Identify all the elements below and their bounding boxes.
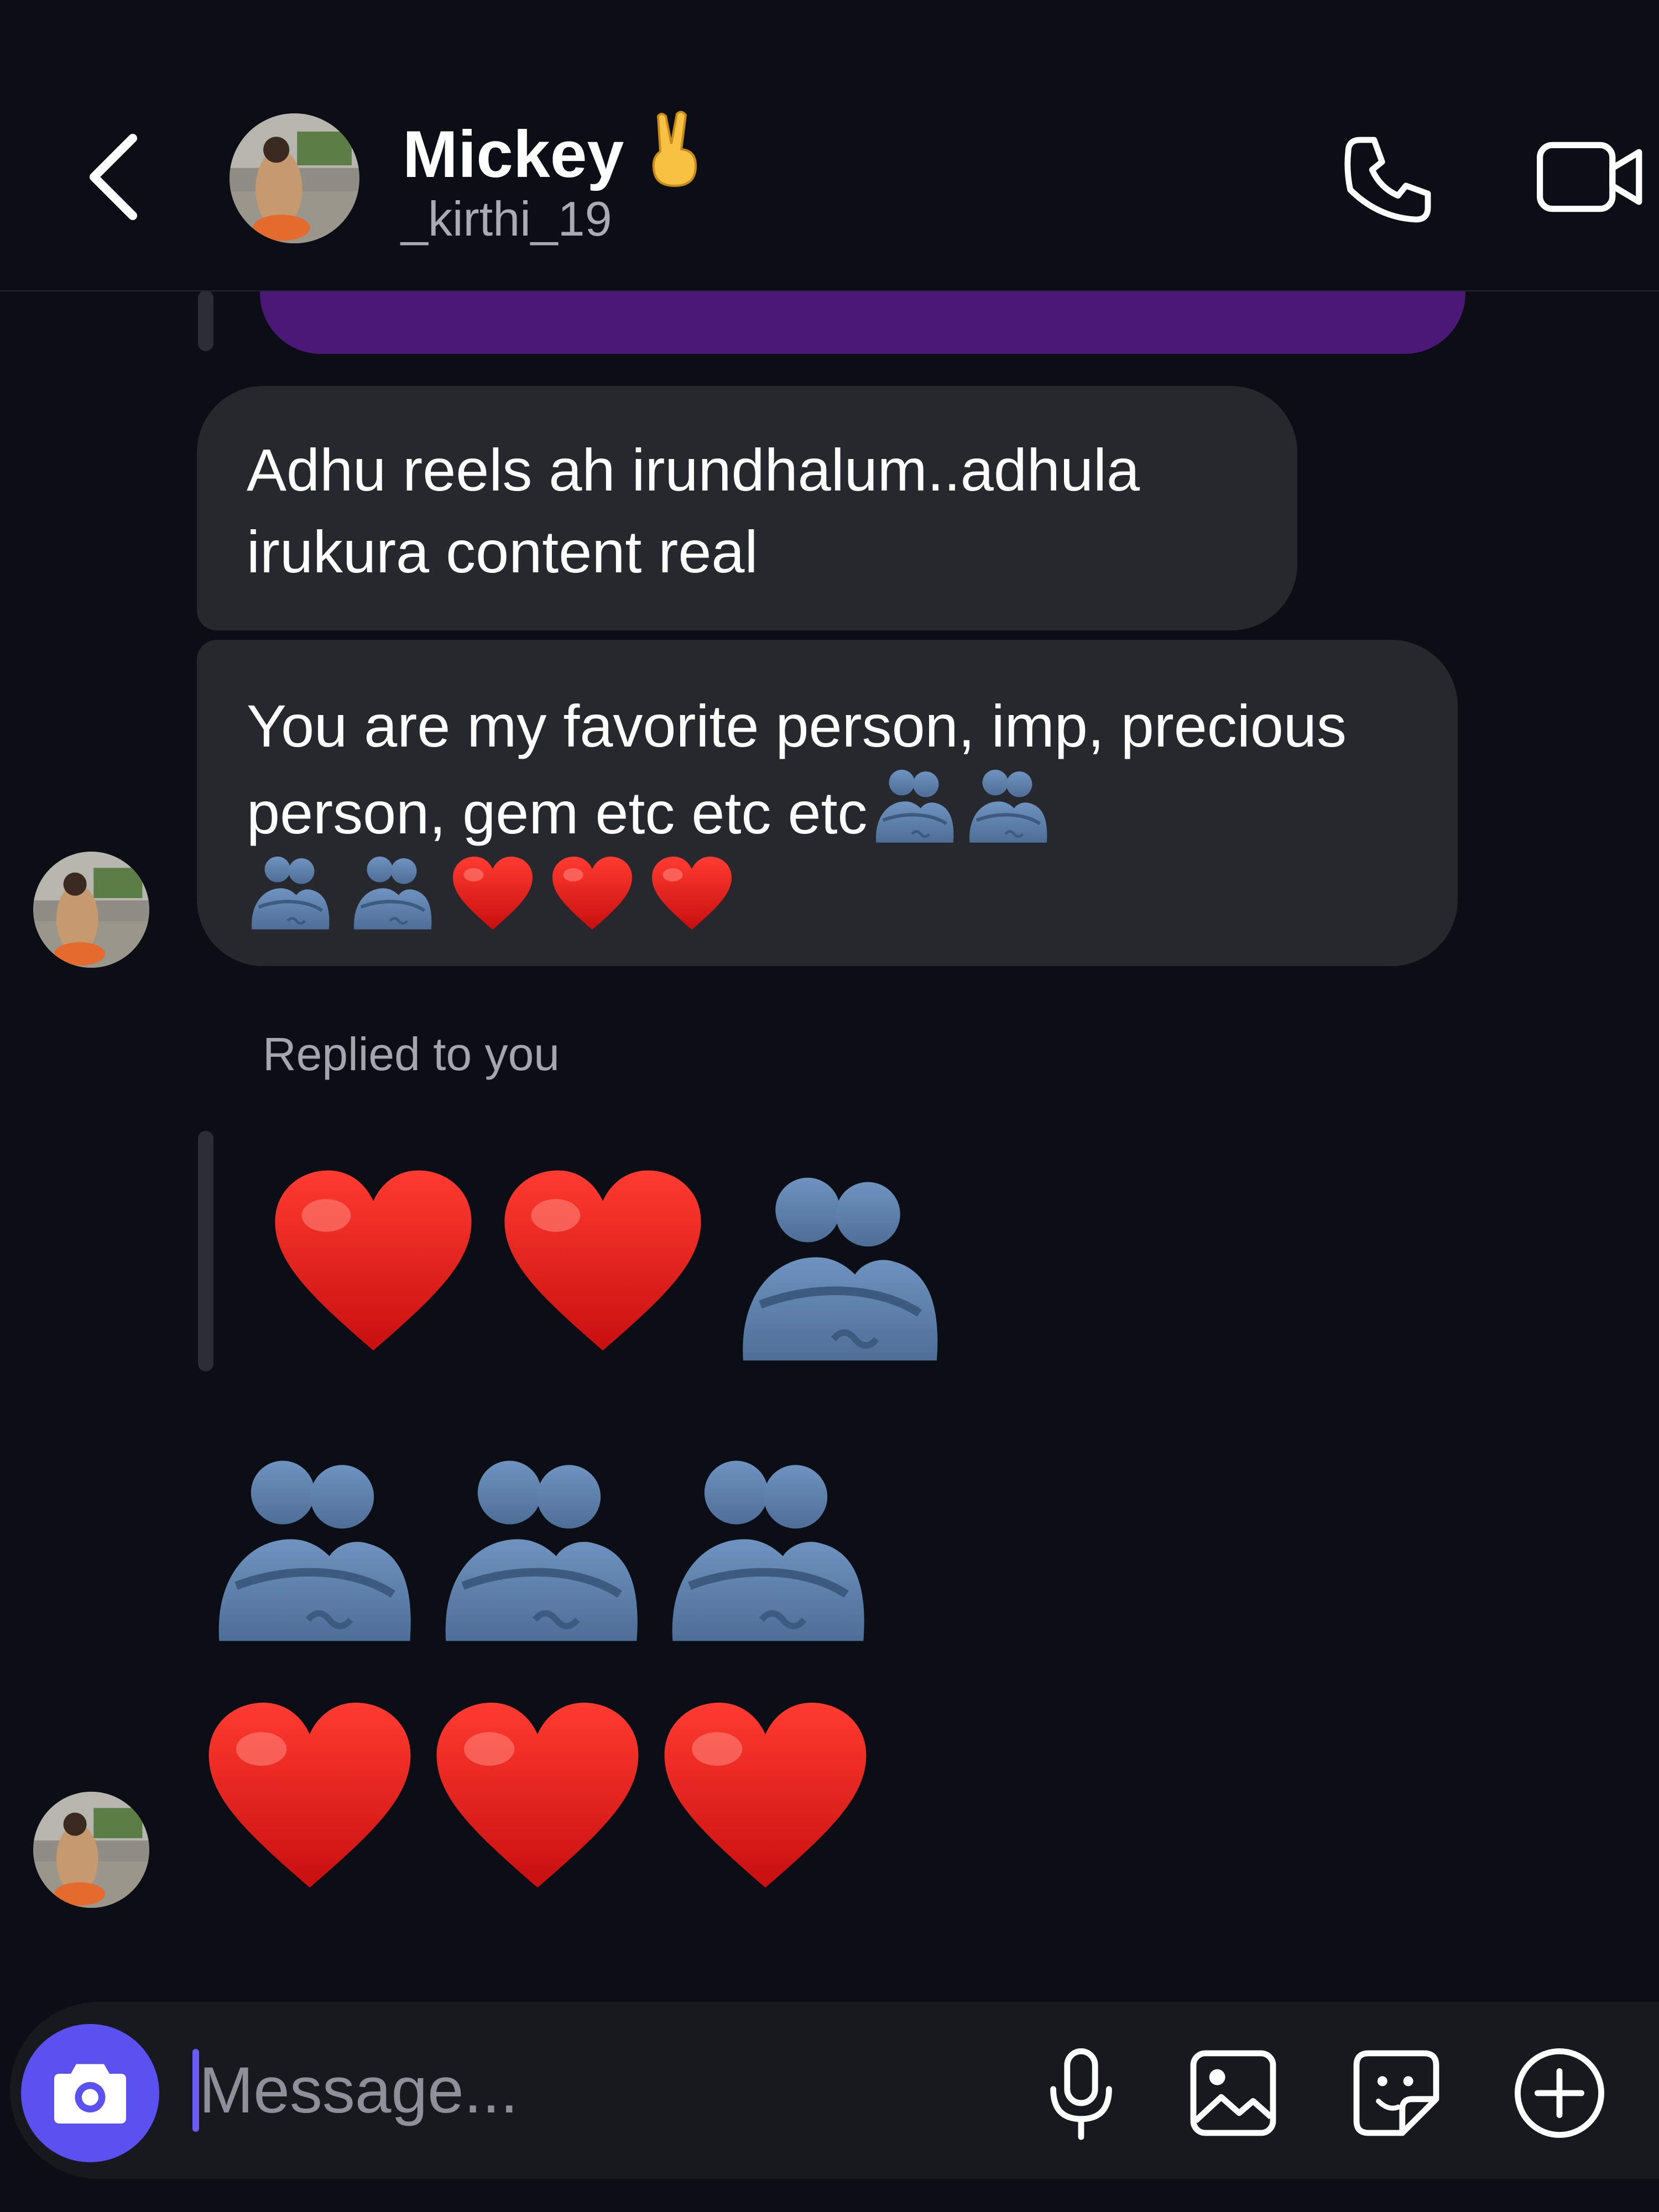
heart-emoji bbox=[432, 1692, 643, 1902]
microphone-icon bbox=[1050, 2048, 1112, 2140]
heart-emoji bbox=[271, 1160, 476, 1365]
heart-emoji bbox=[205, 1692, 415, 1902]
sticker-button[interactable] bbox=[1347, 2043, 1446, 2143]
profile-avatar[interactable] bbox=[229, 113, 359, 243]
hug-emoji bbox=[205, 1454, 420, 1645]
hug-emoji bbox=[964, 767, 1050, 844]
video-camera-icon bbox=[1537, 142, 1642, 212]
camera-icon bbox=[54, 2064, 126, 2124]
sticker-icon bbox=[1353, 2050, 1439, 2136]
voice-call-button[interactable] bbox=[1338, 130, 1438, 229]
image-icon bbox=[1190, 2050, 1276, 2136]
heart-emoji bbox=[500, 1160, 705, 1365]
back-icon bbox=[90, 134, 137, 220]
message-input[interactable] bbox=[199, 2046, 973, 2135]
avatar-image bbox=[229, 113, 359, 243]
message-text: Adhu reels ah irundhalum..adhula irukura… bbox=[247, 436, 1157, 585]
avatar-image bbox=[33, 852, 149, 968]
text-cursor bbox=[192, 2049, 199, 2132]
emoji-message[interactable] bbox=[205, 1454, 874, 1645]
more-options-button[interactable] bbox=[1510, 2043, 1609, 2143]
contact-name-text: Mickey bbox=[403, 117, 624, 191]
hug-emoji bbox=[730, 1171, 946, 1365]
hug-emoji bbox=[871, 767, 957, 844]
reply-indicator-bar bbox=[198, 1131, 213, 1371]
heart-emoji bbox=[551, 857, 634, 931]
heart-emoji bbox=[451, 857, 534, 931]
contact-name[interactable]: Mickey bbox=[403, 111, 703, 192]
avatar[interactable] bbox=[33, 852, 149, 968]
hug-emoji bbox=[247, 854, 332, 931]
hug-emoji bbox=[349, 854, 435, 931]
message-bubble[interactable]: Adhu reels ah irundhalum..adhula irukura… bbox=[197, 386, 1297, 630]
reply-indicator-bar bbox=[198, 290, 213, 351]
contact-username: _kirthi_19 bbox=[401, 191, 612, 246]
emoji-message[interactable] bbox=[205, 1692, 870, 1902]
chat-header: Mickey _kirthi_19 bbox=[0, 0, 1659, 291]
voice-message-button[interactable] bbox=[1031, 2043, 1131, 2143]
quoted-message[interactable] bbox=[271, 1160, 946, 1365]
replied-label: Replied to you bbox=[263, 1028, 560, 1080]
phone-icon bbox=[1344, 137, 1431, 223]
hug-emoji bbox=[658, 1454, 874, 1645]
hug-emoji bbox=[431, 1454, 647, 1645]
camera-button[interactable] bbox=[21, 2024, 159, 2162]
gallery-button[interactable] bbox=[1183, 2043, 1283, 2143]
avatar-image bbox=[33, 1792, 149, 1908]
plus-icon bbox=[1515, 2048, 1604, 2138]
message-text: You are my favorite person, imp, preciou… bbox=[247, 692, 1363, 846]
avatar[interactable] bbox=[33, 1792, 149, 1908]
back-button[interactable] bbox=[77, 127, 149, 227]
message-bubble[interactable]: You are my favorite person, imp, preciou… bbox=[197, 640, 1458, 966]
video-call-button[interactable] bbox=[1535, 133, 1645, 221]
victory-hand-emoji bbox=[652, 111, 697, 187]
heart-emoji bbox=[650, 857, 733, 931]
heart-emoji bbox=[660, 1692, 870, 1902]
